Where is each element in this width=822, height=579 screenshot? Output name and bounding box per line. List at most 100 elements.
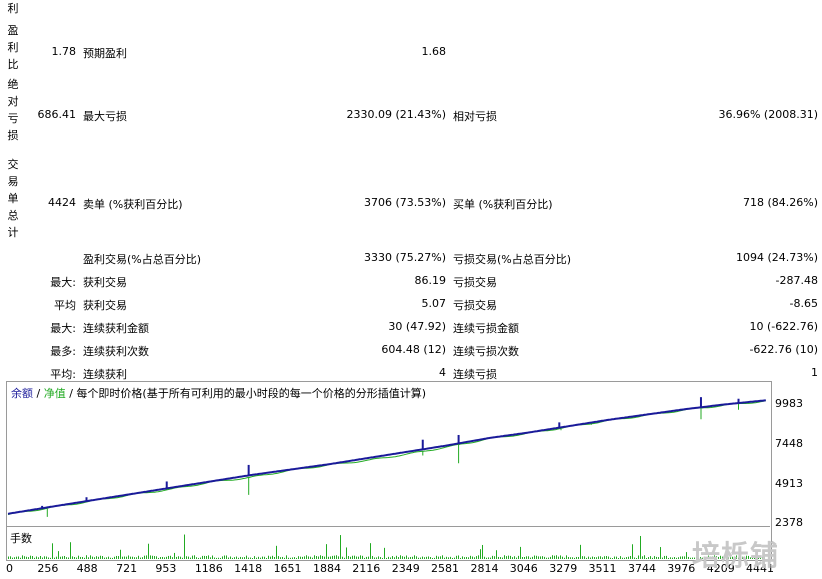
lots-bar xyxy=(240,556,241,559)
lots-bar xyxy=(280,557,281,559)
lots-bar xyxy=(274,556,275,559)
lots-bar xyxy=(478,555,479,559)
lots-bar xyxy=(156,556,157,559)
lots-bar xyxy=(192,555,193,559)
lots-bar xyxy=(234,557,235,559)
lots-bar xyxy=(540,556,541,559)
lots-bar xyxy=(394,557,395,559)
lots-bar xyxy=(404,556,405,559)
lots-bar xyxy=(634,557,635,559)
lots-bar xyxy=(346,547,347,559)
lots-bar xyxy=(526,556,527,559)
lots-bar xyxy=(174,552,175,559)
x-tick-label: 3046 xyxy=(509,562,538,575)
lots-bar xyxy=(182,557,183,559)
lots-bar xyxy=(452,557,453,559)
lots-bar xyxy=(426,556,427,559)
lots-bar xyxy=(546,557,547,559)
x-tick-label: 721 xyxy=(116,562,138,575)
lots-bar xyxy=(70,542,71,559)
stat-value-col2: 4 xyxy=(439,366,446,379)
lots-bar xyxy=(46,556,47,559)
lots-bar xyxy=(368,556,369,559)
lots-bar xyxy=(342,556,343,559)
lots-bar xyxy=(324,556,325,559)
lots-bar xyxy=(340,535,341,559)
lots-bar xyxy=(24,556,25,559)
lots-bar xyxy=(130,556,131,559)
lots-bar xyxy=(528,556,529,559)
stat-side-label: 盈利比 xyxy=(7,24,19,71)
lots-bar xyxy=(632,544,633,559)
lots-bar xyxy=(568,556,569,559)
lots-bar xyxy=(302,556,303,559)
lots-bar xyxy=(320,555,321,559)
lots-bar xyxy=(614,556,615,559)
lots-bar xyxy=(506,556,507,559)
lots-bar xyxy=(438,556,439,559)
lots-panel: 手数 xyxy=(6,526,770,560)
x-tick-label: 953 xyxy=(155,562,177,575)
x-tick-label: 3279 xyxy=(549,562,578,575)
lots-bar xyxy=(460,557,461,559)
stat-value-col2: 3706 (73.53%) xyxy=(363,196,446,209)
x-tick-label: 2116 xyxy=(352,562,381,575)
lots-bar xyxy=(12,557,13,559)
lots-bar xyxy=(624,557,625,559)
lots-bar xyxy=(644,555,645,559)
lots-bar xyxy=(600,556,601,559)
x-tick-label: 2349 xyxy=(391,562,420,575)
lots-bar xyxy=(58,551,59,559)
stat-value-col3: 36.96% (2008.31) xyxy=(718,108,818,121)
lots-bar xyxy=(136,557,137,559)
lots-bar xyxy=(272,555,273,559)
lots-bar xyxy=(262,556,263,559)
stat-label-col2: 获利交易 xyxy=(83,299,127,312)
stat-value-col2: 86.19 xyxy=(414,274,447,287)
stat-label-col2: 卖单 (%获利百分比) xyxy=(83,198,183,211)
lots-bar xyxy=(126,556,127,559)
lots-bar xyxy=(170,555,171,559)
x-tick-label: 1186 xyxy=(194,562,223,575)
lots-bar xyxy=(60,556,61,559)
lots-bar xyxy=(32,556,33,559)
lots-bar xyxy=(376,557,377,559)
lots-bar xyxy=(384,547,385,559)
lots-bar xyxy=(224,555,225,559)
lots-bar xyxy=(564,557,565,559)
lots-bar xyxy=(458,555,459,559)
lots-bar xyxy=(292,557,293,559)
stat-value-col2: 2330.09 (21.43%) xyxy=(346,108,446,121)
lots-bar xyxy=(554,555,555,559)
lots-bar xyxy=(200,557,201,559)
lots-bar xyxy=(596,557,597,559)
lots-bar xyxy=(584,556,585,559)
lots-bar xyxy=(364,557,365,559)
lots-bar xyxy=(190,557,191,559)
stat-value-col1: 4424 xyxy=(48,196,76,209)
lots-bar xyxy=(196,557,197,559)
lots-bar xyxy=(72,556,73,559)
lots-bar xyxy=(656,556,657,559)
lots-bar xyxy=(116,555,117,559)
lots-bar xyxy=(348,556,349,559)
lots-bar xyxy=(94,557,95,559)
lots-bar xyxy=(688,556,689,559)
lots-bar xyxy=(494,556,495,559)
lots-bar xyxy=(258,556,259,559)
lots-bar xyxy=(434,557,435,559)
lots-bar xyxy=(400,555,401,559)
lots-bar xyxy=(202,555,203,559)
lots-bar xyxy=(314,555,315,559)
stat-label-col2: 预期盈利 xyxy=(83,47,127,60)
lots-bar xyxy=(414,555,415,559)
lots-bar xyxy=(476,556,477,559)
lots-bar xyxy=(290,557,291,559)
lots-bar xyxy=(608,556,609,559)
lots-bar xyxy=(278,556,279,559)
lots-bar xyxy=(360,555,361,559)
x-tick-label: 3744 xyxy=(627,562,656,575)
lots-bar xyxy=(74,557,75,559)
lots-bar xyxy=(18,556,19,559)
lots-bar xyxy=(210,557,211,559)
